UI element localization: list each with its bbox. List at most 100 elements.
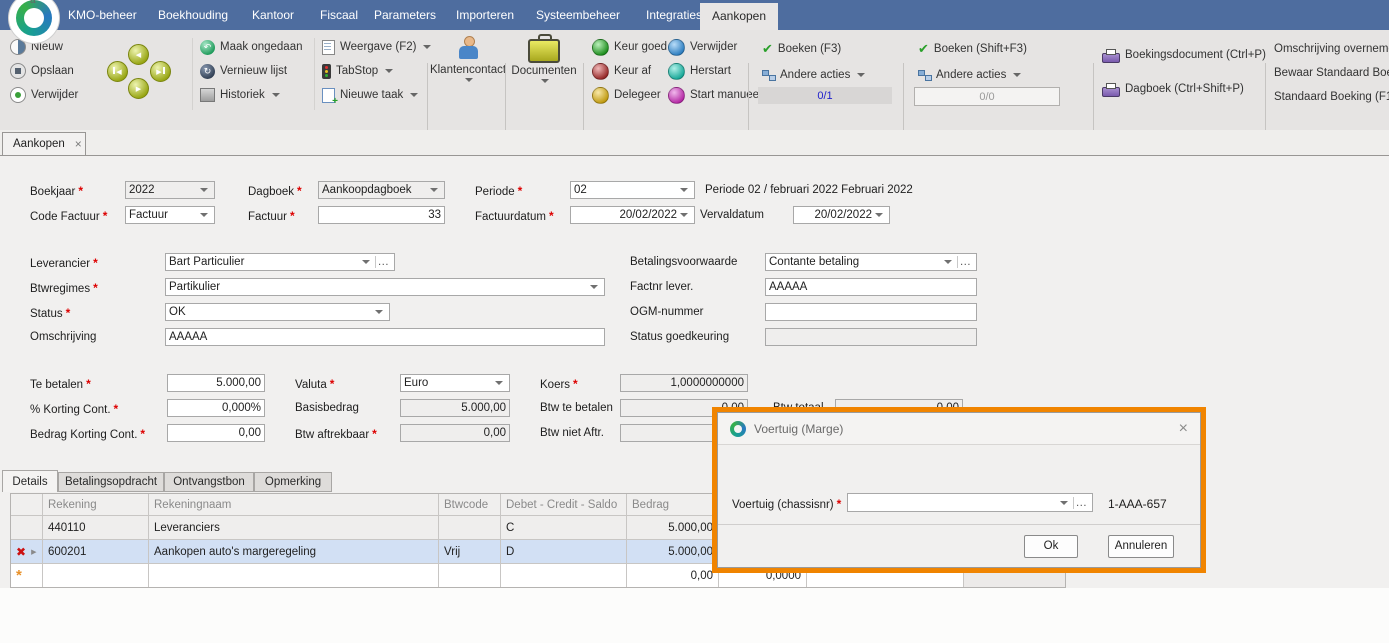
betalingsvoorwaarde-combo[interactable]: Contante betaling … — [765, 253, 977, 271]
nav-next-button[interactable]: ▶ — [128, 78, 149, 99]
tab-ontvangstbon[interactable]: Ontvangstbon — [164, 472, 254, 492]
chevron-down-icon — [680, 188, 688, 192]
nav-previous-button[interactable]: ◀ — [128, 44, 149, 65]
chevron-down-icon — [541, 79, 549, 83]
chevron-down-icon — [590, 285, 598, 289]
boeken-shift-f3-button[interactable]: ✔Boeken (Shift+F3) — [918, 40, 1027, 58]
omschrijving-input[interactable]: AAAAA — [165, 328, 605, 346]
andere-acties-ubl-button[interactable]: Andere acties — [762, 66, 865, 84]
col-bedrag[interactable]: Bedrag — [627, 494, 719, 515]
koers-label: Koers — [540, 377, 578, 391]
status-label: Status — [30, 306, 70, 320]
ok-button[interactable]: Ok — [1024, 535, 1078, 558]
weergave-button[interactable]: Weergave (F2) — [322, 38, 431, 56]
factuurdatum-picker[interactable]: 20/02/2022 — [570, 206, 695, 224]
code-factuur-label: Code Factuur — [30, 209, 107, 223]
delegeer-button[interactable]: Delegeer — [592, 86, 661, 104]
menu-tab-aankopen[interactable]: Aankopen — [700, 3, 778, 30]
chevron-down-icon — [1013, 73, 1021, 77]
menu-parameters[interactable]: Parameters — [368, 0, 442, 30]
ogm-nummer-input[interactable] — [765, 303, 977, 321]
boeken-f3-button[interactable]: ✔Boeken (F3) — [762, 40, 841, 58]
nav-first-button[interactable]: ◀ — [107, 61, 128, 82]
factuur-input[interactable]: 33 — [318, 206, 445, 224]
nav-last-button[interactable]: ▶ — [150, 61, 171, 82]
factuur-label: Factuur — [248, 209, 295, 223]
standaard-boeking-button[interactable]: Standaard Boeking (F10) — [1274, 88, 1389, 106]
ellipsis-button[interactable]: … — [957, 256, 974, 268]
col-rekeningnaam[interactable]: Rekeningnaam — [149, 494, 439, 515]
btw-aftrekbaar-input: 0,00 — [400, 424, 510, 442]
tab-aankopen[interactable]: Aankopen × — [2, 132, 86, 155]
verwijder-button[interactable]: Verwijder — [10, 86, 78, 104]
periode-combo[interactable]: 02 — [570, 181, 695, 199]
status-combo[interactable]: OK — [165, 303, 390, 321]
keur-goed-button[interactable]: Keur goed — [592, 38, 667, 56]
basisbedrag-input: 5.000,00 — [400, 399, 510, 417]
dagboek-combo[interactable]: Aankoopdagboek — [318, 181, 445, 199]
restart-icon — [668, 63, 685, 80]
bedrag-korting-input[interactable]: 0,00 — [167, 424, 265, 442]
dagboek-label: Dagboek — [248, 184, 302, 198]
te-betalen-input[interactable]: 5.000,00 — [167, 374, 265, 392]
documenten-button[interactable]: Documenten — [508, 34, 580, 83]
boekingsdocument-button[interactable]: Boekingsdocument (Ctrl+P) — [1102, 46, 1266, 64]
factnr-lever-input[interactable]: AAAAA — [765, 278, 977, 296]
chevron-down-icon — [875, 213, 883, 217]
dialog-title: Voertuig (Marge) — [754, 422, 1171, 436]
tab-opmerking[interactable]: Opmerking — [254, 472, 332, 492]
boekjaar-combo[interactable]: 2022 — [125, 181, 215, 199]
dialog-title-bar[interactable]: Voertuig (Marge) × — [718, 413, 1200, 445]
tab-betalingsopdracht[interactable]: Betalingsopdracht — [58, 472, 164, 492]
valuta-combo[interactable]: Euro — [400, 374, 510, 392]
nieuwe-taak-button[interactable]: Nieuwe taak — [322, 86, 418, 104]
menu-kantoor[interactable]: Kantoor — [246, 0, 300, 30]
dagboek-print-button[interactable]: Dagboek (Ctrl+Shift+P) — [1102, 80, 1244, 98]
menu-systeembeheer[interactable]: Systeembeheer — [530, 0, 626, 30]
herstart-button[interactable]: Herstart — [668, 62, 731, 80]
start-manual-icon — [668, 87, 685, 104]
ellipsis-button[interactable]: … — [375, 256, 392, 268]
chevron-down-icon — [362, 260, 370, 264]
chevron-down-icon — [857, 73, 865, 77]
tab-close-icon[interactable]: × — [75, 137, 82, 151]
check-icon: ✔ — [918, 41, 929, 57]
voertuig-chassisnr-combo[interactable]: … — [847, 493, 1093, 512]
vervaldatum-picker[interactable]: 20/02/2022 — [793, 206, 890, 224]
tab-details[interactable]: Details — [2, 470, 58, 492]
maak-ongedaan-button[interactable]: ↶Maak ongedaan — [200, 38, 302, 56]
col-btwcode[interactable]: Btwcode — [439, 494, 501, 515]
tabstop-button[interactable]: TabStop — [322, 62, 393, 80]
chevron-down-icon — [495, 381, 503, 385]
remove-approval-icon — [668, 39, 685, 56]
refresh-icon: ↻ — [200, 64, 215, 79]
annuleren-button[interactable]: Annuleren — [1108, 535, 1174, 558]
btw-niet-aftr-label: Btw niet Aftr. — [540, 427, 604, 439]
opslaan-button[interactable]: Opslaan — [10, 62, 74, 80]
vernieuw-lijst-button[interactable]: ↻Vernieuw lijst — [200, 62, 287, 80]
ribbon: Nieuw Opslaan Verwijder ◀ ◀ ▶ ▶ ↶Maak on… — [0, 30, 1389, 130]
menu-integraties[interactable]: Integraties — [640, 0, 708, 30]
printer-icon — [1102, 53, 1120, 63]
klantencontact-button[interactable]: Klantencontact — [432, 36, 504, 82]
menu-importeren[interactable]: Importeren — [450, 0, 520, 30]
menu-kmo-beheer[interactable]: KMO-beheer — [62, 0, 143, 30]
briefcase-icon — [528, 39, 560, 63]
omschrijving-overnemen-button[interactable]: Omschrijving overnemen — [1274, 40, 1389, 58]
bewaar-standaard-boeking-button[interactable]: Bewaar Standaard Boeking — [1274, 64, 1389, 82]
menu-boekhouding[interactable]: Boekhouding — [152, 0, 234, 30]
code-factuur-combo[interactable]: Factuur — [125, 206, 215, 224]
pct-korting-input[interactable]: 0,000% — [167, 399, 265, 417]
verwijder-goedkeuring-button[interactable]: Verwijder — [668, 38, 737, 56]
col-debet-credit-saldo[interactable]: Debet - Credit - Saldo — [501, 494, 627, 515]
menu-fiscaal[interactable]: Fiscaal — [314, 0, 364, 30]
historiek-button[interactable]: Historiek — [200, 86, 280, 104]
leverancier-combo[interactable]: Bart Particulier … — [165, 253, 395, 271]
ellipsis-button[interactable]: … — [1073, 497, 1090, 509]
keur-af-button[interactable]: Keur af — [592, 62, 651, 80]
btwregimes-combo[interactable]: Partikulier — [165, 278, 605, 296]
andere-acties-basecone-button[interactable]: Andere acties — [918, 66, 1021, 84]
close-icon[interactable]: × — [1179, 420, 1188, 438]
dialog-footer: Ok Annuleren — [718, 524, 1200, 567]
col-rekening[interactable]: Rekening — [43, 494, 149, 515]
